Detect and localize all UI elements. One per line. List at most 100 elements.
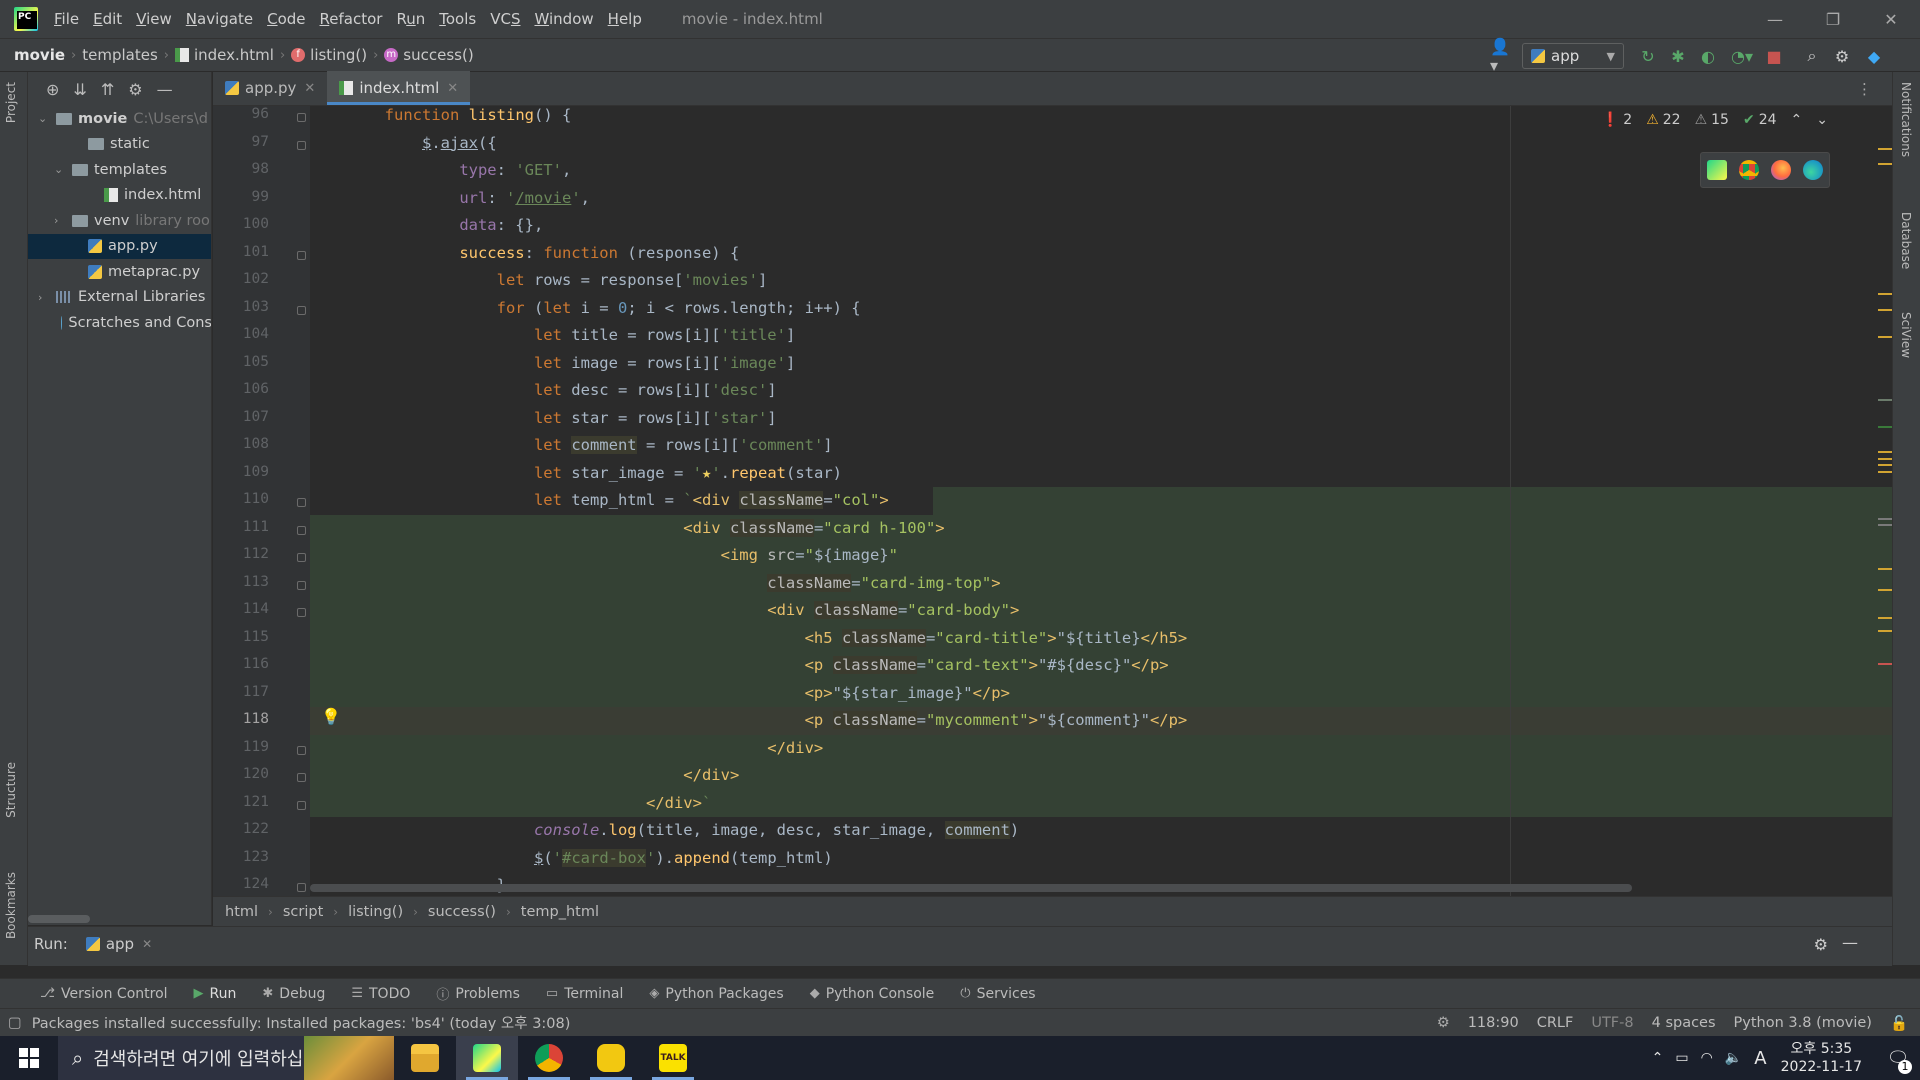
menu-edit[interactable]: Edit [93, 10, 122, 28]
line-number[interactable]: 119 [213, 739, 269, 755]
run-configuration-select[interactable]: app ▼ [1522, 43, 1624, 69]
stripe-marker[interactable] [1878, 617, 1892, 619]
previous-highlight-icon[interactable]: ⌃ [1791, 112, 1803, 128]
tab-index-html[interactable]: index.html ✕ [327, 71, 471, 105]
run-tab-app[interactable]: app [106, 935, 134, 953]
tree-item-movie[interactable]: ⌄ movie C:\Users\d [28, 106, 211, 131]
status-message[interactable]: Packages installed successfully: Install… [32, 1012, 571, 1033]
menu-window[interactable]: Window [534, 10, 593, 28]
tree-item-index-html[interactable]: index.html [28, 183, 211, 208]
close-tab-icon[interactable]: ✕ [304, 81, 315, 96]
line-number[interactable]: 99 [213, 189, 269, 205]
line-number[interactable]: 116 [213, 656, 269, 672]
tree-item-templates[interactable]: ⌄ templates [28, 157, 211, 182]
stripe-marker[interactable] [1878, 309, 1892, 311]
tree-item-static[interactable]: static [28, 132, 211, 157]
stripe-marker[interactable] [1878, 630, 1892, 632]
firefox-icon[interactable] [1771, 160, 1791, 180]
stripe-marker[interactable] [1878, 471, 1892, 473]
line-number[interactable]: 102 [213, 271, 269, 287]
taskbar-pycharm[interactable] [456, 1036, 518, 1080]
menu-refactor[interactable]: Refactor [320, 10, 383, 28]
collapse-all-icon[interactable]: ⇈ [101, 80, 114, 99]
database-tool-button[interactable]: Database [1899, 212, 1913, 269]
line-number[interactable]: 120 [213, 766, 269, 782]
line-number[interactable]: 109 [213, 464, 269, 480]
line-number[interactable]: 117 [213, 684, 269, 700]
menu-file[interactable]: File [54, 10, 79, 28]
tree-item-scratches-and-cons[interactable]: Scratches and Cons [28, 310, 211, 335]
battery-icon[interactable]: ▭ [1675, 1050, 1688, 1066]
clock[interactable]: 오후 5:35 2022-11-17 [1781, 1040, 1862, 1076]
fold-marker-icon[interactable] [297, 553, 306, 562]
project-scrollbar[interactable] [28, 915, 90, 923]
fold-marker-icon[interactable] [297, 745, 306, 755]
chevron-right-icon[interactable]: › [38, 291, 50, 304]
stripe-marker[interactable] [1878, 458, 1892, 460]
expand-all-icon[interactable]: ⇊ [73, 80, 86, 99]
more-tabs-icon[interactable]: ⋮ [1857, 80, 1872, 98]
horizontal-scrollbar[interactable] [310, 884, 1632, 892]
tree-item-app-py[interactable]: app.py [28, 233, 211, 259]
code-crumb-script[interactable]: script [283, 904, 323, 920]
stripe-marker[interactable] [1878, 399, 1892, 401]
tool-run[interactable]: ▶ Run [194, 986, 237, 1002]
menu-help[interactable]: Help [608, 10, 642, 28]
hide-icon[interactable]: — [157, 80, 173, 99]
code-crumb-success-[interactable]: success() [428, 904, 496, 920]
pycharm-browser-icon[interactable] [1707, 160, 1727, 180]
line-number[interactable]: 100 [213, 216, 269, 232]
chevron-right-icon[interactable]: › [54, 214, 66, 227]
edge-icon[interactable] [1803, 160, 1823, 180]
tree-item-metaprac-py[interactable]: metaprac.py [28, 259, 211, 284]
stripe-marker[interactable] [1878, 163, 1892, 165]
fold-marker-icon[interactable] [297, 580, 306, 590]
fold-marker-icon[interactable] [297, 250, 306, 260]
line-number[interactable]: 112 [213, 546, 269, 562]
line-number[interactable]: 105 [213, 354, 269, 370]
line-number[interactable]: 124 [213, 876, 269, 892]
line-number[interactable]: 118 [213, 711, 269, 727]
rerun-icon[interactable]: ↻ [1638, 46, 1658, 66]
fold-marker-icon[interactable] [297, 140, 306, 150]
line-number[interactable]: 103 [213, 299, 269, 315]
notifications-tool-button[interactable]: Notifications [1899, 82, 1913, 157]
line-number[interactable]: 114 [213, 601, 269, 617]
line-number[interactable]: 108 [213, 436, 269, 452]
line-number[interactable]: 107 [213, 409, 269, 425]
sciview-tool-button[interactable]: SciView [1899, 312, 1913, 358]
inspection-widget[interactable]: ❗ 2 ⚠ 22 ⚠ 15 ✔ 24 ⌃ ⌄ [1602, 112, 1828, 128]
next-highlight-icon[interactable]: ⌄ [1816, 112, 1828, 128]
taskbar-search[interactable]: ⌕ 검색하려면 여기에 입력하십시 [58, 1036, 394, 1080]
stripe-marker[interactable] [1878, 451, 1892, 453]
breadcrumb-project[interactable]: movie [14, 46, 65, 64]
fold-marker-icon[interactable] [297, 608, 306, 617]
menu-code[interactable]: Code [267, 10, 305, 28]
fold-marker-icon[interactable] [297, 773, 306, 782]
close-tab-icon[interactable]: ✕ [447, 81, 458, 96]
tool-version-control[interactable]: ⎇ Version Control [40, 986, 168, 1002]
taskbar-file-explorer[interactable] [394, 1036, 456, 1080]
gear-icon[interactable]: ⚙ [128, 80, 142, 99]
code-editor[interactable]: 96 97 98 99 100 101 102 103 104 105 106 107 108 109 11… [213, 106, 1892, 896]
line-number[interactable]: 115 [213, 629, 269, 645]
code-crumb-html[interactable]: html [225, 904, 258, 920]
minimize-button[interactable]: — [1746, 0, 1804, 38]
line-number[interactable]: 96 [213, 106, 269, 122]
fold-marker-icon[interactable] [297, 113, 306, 122]
stripe-marker[interactable] [1878, 464, 1892, 466]
caret-position[interactable]: 118:90 [1468, 1015, 1519, 1032]
taskbar-app-yellow[interactable] [580, 1036, 642, 1080]
stripe-marker[interactable] [1878, 426, 1892, 428]
volume-icon[interactable]: 🔈 [1725, 1050, 1742, 1066]
menu-run[interactable]: Run [396, 10, 425, 28]
chrome-icon[interactable] [1739, 160, 1759, 180]
restore-button[interactable]: ❐ [1804, 0, 1862, 38]
user-account-icon[interactable]: 👤▾ [1490, 37, 1510, 75]
fold-marker-icon[interactable] [297, 800, 306, 810]
project-tool-button[interactable]: Project [4, 82, 18, 123]
taskbar-chrome[interactable] [518, 1036, 580, 1080]
show-hidden-icons-icon[interactable]: ⌃ [1652, 1050, 1664, 1066]
stop-icon[interactable]: ■ [1764, 46, 1784, 66]
tree-item-external-libraries[interactable]: › External Libraries [28, 285, 211, 310]
